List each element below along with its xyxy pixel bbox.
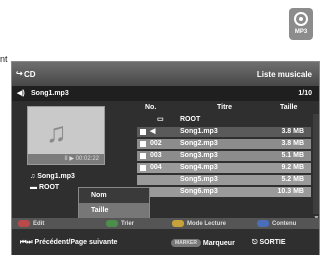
speaker-icon: ◀): [17, 90, 25, 97]
row-size: 3.8 MB: [281, 128, 304, 135]
marker-hint: MARKER Marqueur: [171, 239, 235, 247]
row-number: 003: [150, 152, 162, 159]
column-header-size: Taille: [280, 104, 298, 111]
header-bar: ↪ CD Liste musicale: [12, 62, 319, 86]
row-number: 004: [150, 164, 162, 171]
now-playing-title: Song1.mp3: [31, 90, 69, 97]
exit-hint: ⎋ SORTIE: [252, 239, 286, 247]
album-thumbnail: ♫ II ▶ 00:02:22: [27, 106, 105, 165]
cd-icon: ↪: [16, 69, 23, 78]
row-size: 5.1 MB: [281, 152, 304, 159]
edit-key[interactable]: Edit: [18, 220, 44, 227]
current-song-info: ♫ Song1.mp3: [30, 173, 75, 180]
blue-key-icon: [257, 220, 269, 227]
table-row[interactable]: 004 Song4.mp3 9.2 MB: [137, 163, 311, 173]
row-number: ◀: [150, 128, 156, 135]
marker-key: MARKER: [171, 239, 201, 247]
exit-label: SORTIE: [259, 239, 286, 246]
row-size: 10.3 MB: [277, 188, 304, 195]
disc-icon: [294, 12, 308, 26]
edit-label: Edit: [33, 221, 45, 228]
music-list-panel: ↪ CD Liste musicale ◀) Song1.mp3 1/10 ♫ …: [11, 61, 320, 255]
table-row[interactable]: ▭ ROOT: [137, 115, 311, 125]
table-row[interactable]: Song5.mp3 5.2 MB: [137, 175, 311, 185]
row-title: Song5.mp3: [180, 176, 218, 183]
mp3-badge: MP3: [289, 8, 313, 40]
now-playing-bar: ◀) Song1.mp3 1/10: [12, 86, 319, 101]
folder-icon: ▬: [30, 184, 39, 191]
scrollbar[interactable]: ▼: [313, 114, 320, 222]
row-size: 9.2 MB: [281, 164, 304, 171]
sort-label: Trier: [121, 221, 135, 228]
header-title: CD: [24, 70, 36, 79]
checkbox[interactable]: [140, 153, 146, 159]
current-folder-info: ▬ ROOT: [30, 184, 59, 191]
skip-icon: ⏮⏭: [20, 239, 35, 246]
table-row[interactable]: 003 Song3.mp3 5.1 MB: [137, 151, 311, 161]
checkbox[interactable]: [140, 129, 146, 135]
row-size: 3.8 MB: [281, 140, 304, 147]
row-title: Song4.mp3: [180, 164, 218, 171]
edge-text: nt: [0, 54, 8, 64]
footer-bar: ⏮⏭ Précédent/Page suivante MARKER Marque…: [12, 229, 319, 255]
table-row[interactable]: Song6.mp3 10.3 MB: [137, 187, 311, 197]
green-key-icon: [106, 220, 118, 227]
playback-time: II ▶ 00:02:22: [28, 154, 104, 164]
checkbox[interactable]: [140, 141, 146, 147]
row-title: ROOT: [180, 116, 201, 123]
row-title: Song6.mp3: [180, 188, 218, 195]
content-key[interactable]: Contenu: [257, 220, 296, 227]
table-row[interactable]: ◀ Song1.mp3 3.8 MB: [137, 127, 311, 137]
row-number: 002: [150, 140, 162, 147]
mode-label: Mode Lecture: [187, 221, 227, 228]
marker-label: Marqueur: [202, 239, 235, 247]
color-key-bar: Edit Trier Mode Lecture Contenu: [12, 218, 319, 229]
music-note-icon: ♫: [46, 117, 67, 148]
current-folder-name: ROOT: [38, 184, 60, 191]
checkbox[interactable]: [140, 165, 146, 171]
mode-key[interactable]: Mode Lecture: [172, 220, 226, 227]
header-right-title: Liste musicale: [256, 70, 312, 79]
content-label: Contenu: [272, 221, 297, 228]
red-key-icon: [18, 220, 30, 227]
screen: MP3 nt ↪ CD Liste musicale ◀) Song1.mp3 …: [0, 0, 320, 255]
sort-option-size[interactable]: Taille: [79, 203, 149, 218]
sort-popup-menu: Nom Taille: [78, 187, 150, 219]
prev-next-hint: ⏮⏭ Précédent/Page suivante: [20, 239, 117, 247]
column-header-no: No.: [145, 104, 157, 111]
folder-icon: ▭: [157, 116, 164, 123]
sort-key[interactable]: Trier: [106, 220, 134, 227]
yellow-key-icon: [172, 220, 184, 227]
row-size: 5.2 MB: [281, 176, 304, 183]
row-title: Song1.mp3: [180, 128, 218, 135]
prev-next-label: Précédent/Page suivante: [34, 239, 118, 246]
row-title: Song3.mp3: [180, 152, 218, 159]
table-row[interactable]: 002 Song2.mp3 3.8 MB: [137, 139, 311, 149]
current-song-name: Song1.mp3: [37, 173, 75, 180]
row-title: Song2.mp3: [180, 140, 218, 147]
track-counter: 1/10: [298, 90, 312, 97]
mp3-badge-label: MP3: [294, 29, 308, 35]
sort-option-name[interactable]: Nom: [79, 188, 149, 203]
column-header-title: Titre: [217, 104, 233, 111]
